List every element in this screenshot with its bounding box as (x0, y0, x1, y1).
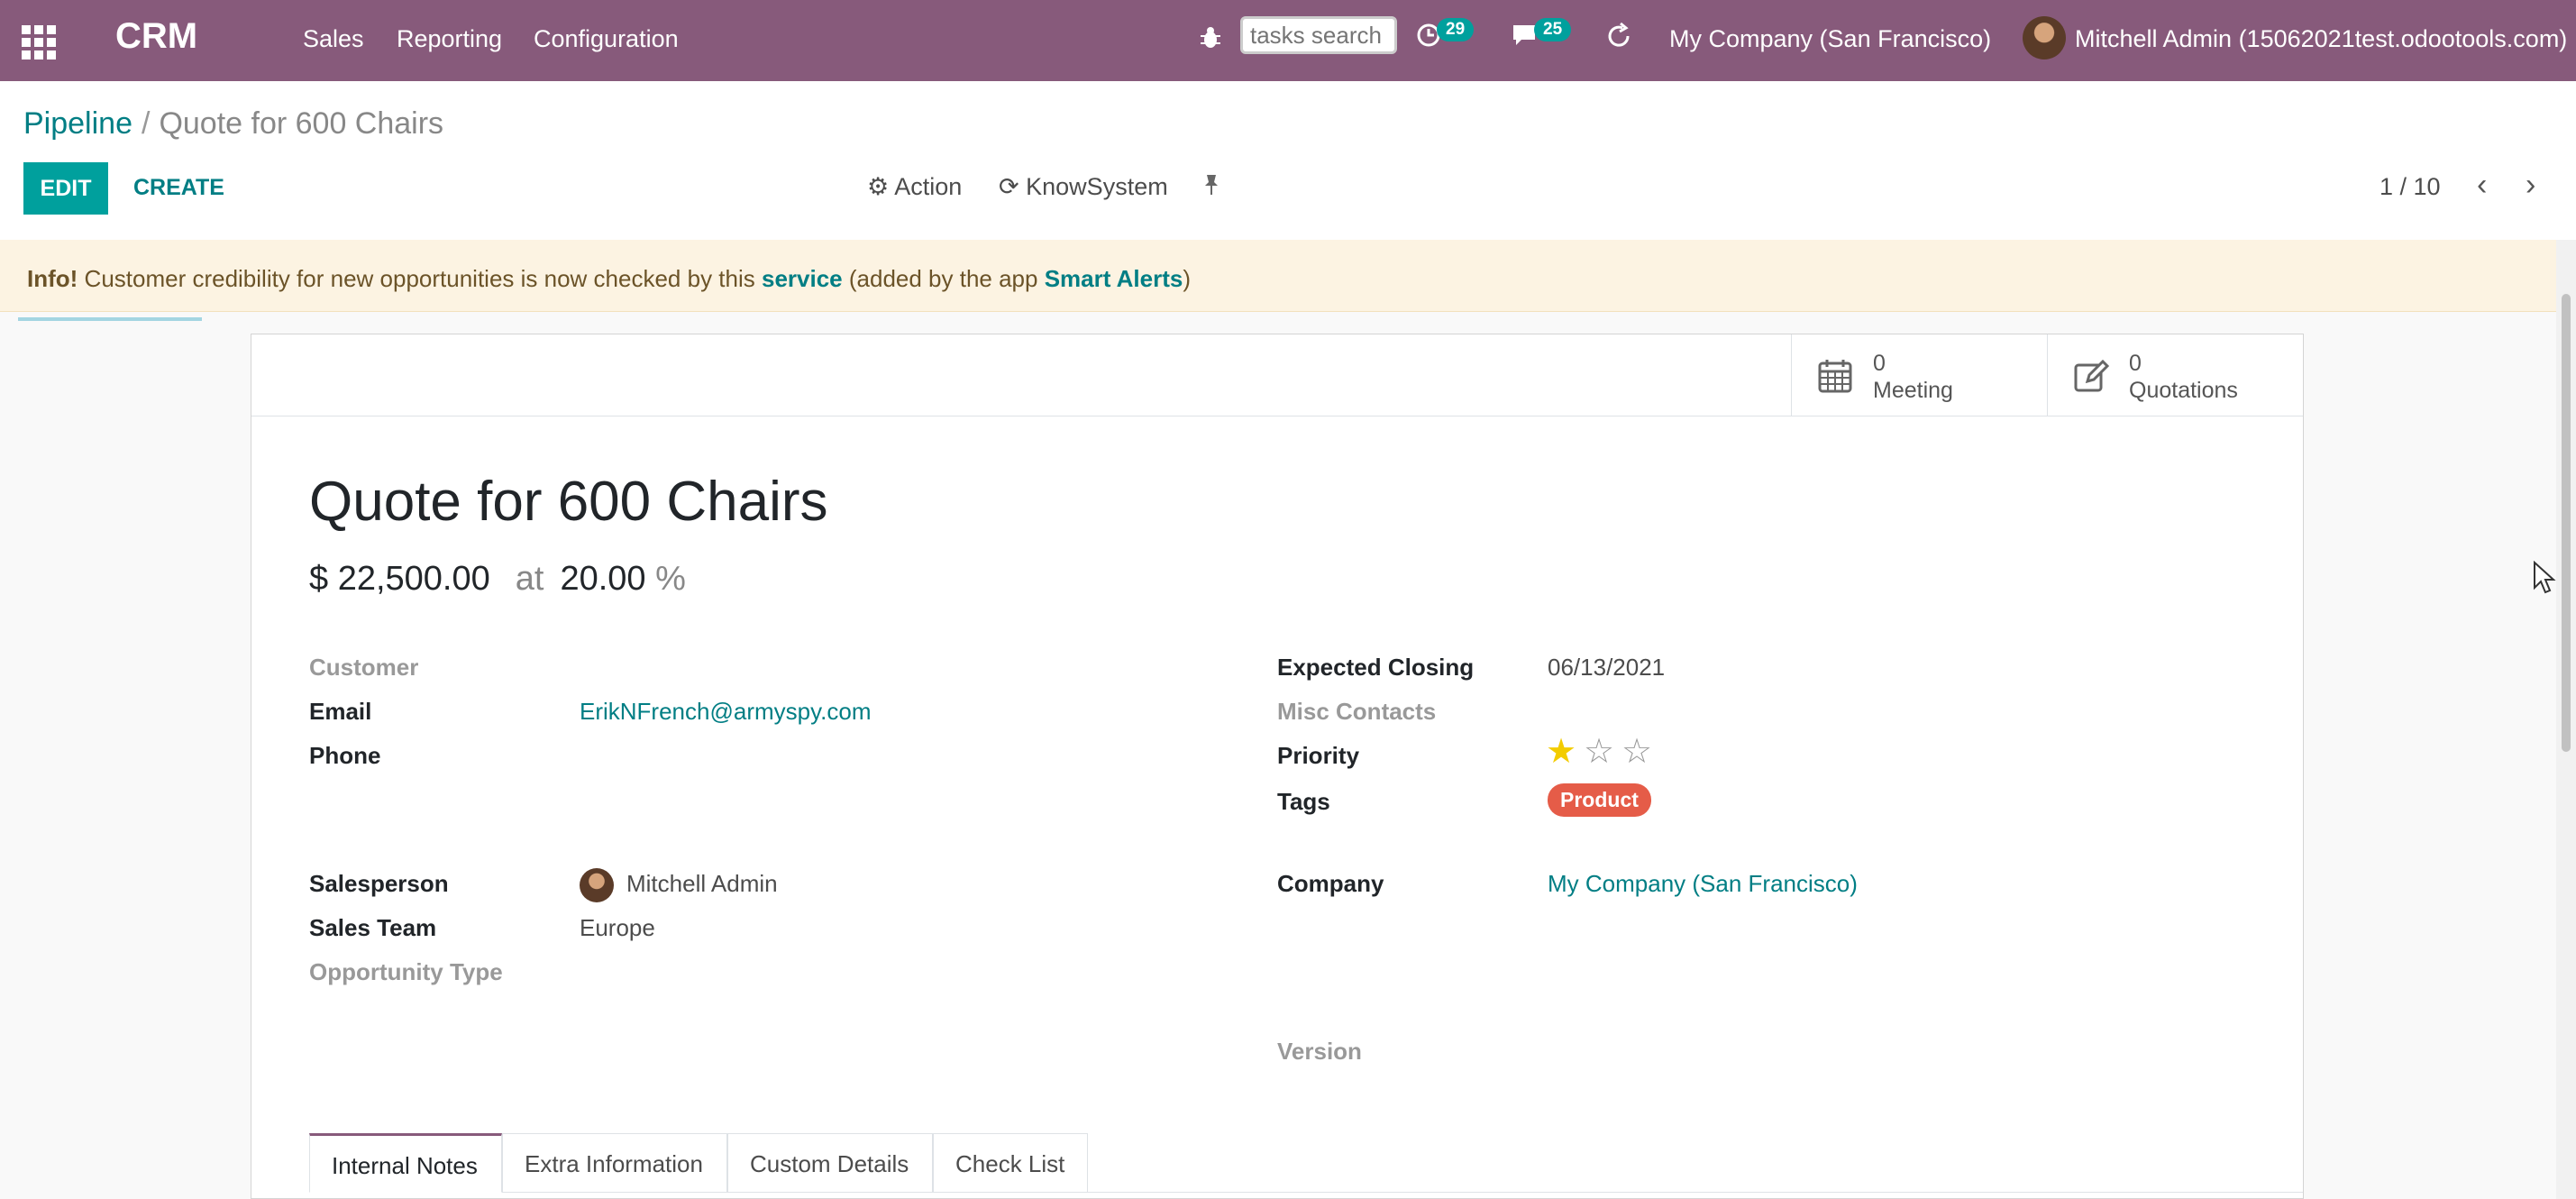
quotations-label: Quotations (2129, 378, 2238, 403)
menu-configuration[interactable]: Configuration (534, 25, 679, 53)
alert-service-link[interactable]: service (762, 265, 843, 292)
meeting-count: 0 (1873, 351, 1886, 376)
alert-text-1: Customer credibility for new opportuniti… (78, 265, 762, 292)
percent-sign: % (655, 560, 686, 598)
tab-custom-details[interactable]: Custom Details (727, 1133, 933, 1193)
expected-closing-label: Expected Closing (1277, 654, 1475, 681)
calendar-icon (1817, 358, 1853, 394)
salesperson-label: Salesperson (309, 870, 449, 897)
misc-contacts-label: Misc Contacts (1277, 698, 1437, 725)
company-label: Company (1277, 870, 1384, 897)
quotations-smart-button[interactable]: 0 Quotations (2047, 334, 2304, 416)
email-label: Email (309, 698, 372, 725)
messages-count-badge: 25 (1534, 18, 1572, 41)
pager-value[interactable]: 1 / 10 (2380, 173, 2441, 201)
edit-button[interactable]: EDIT (23, 162, 108, 215)
alert-text-3: ) (1183, 265, 1192, 292)
company-value[interactable]: My Company (San Francisco) (1548, 870, 1858, 898)
user-menu[interactable]: Mitchell Admin (15062021test.odootools.c… (2075, 25, 2567, 53)
tag-product[interactable]: Product (1548, 783, 1651, 817)
meeting-label: Meeting (1873, 378, 1953, 403)
at-label: at (515, 560, 544, 598)
tags-label: Tags (1277, 788, 1330, 815)
breadcrumb-current: Quote for 600 Chairs (159, 106, 444, 141)
knowsystem-label: KnowSystem (1026, 173, 1168, 200)
quotations-count: 0 (2129, 351, 2142, 376)
top-navbar: CRM Sales Reporting Configuration 29 25 … (0, 0, 2576, 81)
mouse-cursor-icon (2533, 560, 2556, 603)
action-label: Action (894, 173, 963, 200)
alert-text-2: (added by the app (842, 265, 1045, 292)
priority-star-2-icon[interactable]: ☆ (1584, 731, 1614, 772)
breadcrumb: Pipeline / Quote for 600 Chairs (23, 106, 443, 142)
tab-check-list[interactable]: Check List (933, 1133, 1088, 1193)
pager-next-icon[interactable]: › (2526, 168, 2535, 203)
breadcrumb-separator: / (141, 106, 151, 141)
salesperson-value[interactable]: Mitchell Admin (626, 870, 778, 898)
menu-sales[interactable]: Sales (303, 25, 364, 53)
opportunity-title[interactable]: Quote for 600 Chairs (309, 470, 828, 534)
priority-star-3-icon[interactable]: ☆ (1621, 731, 1652, 772)
create-button[interactable]: CREATE (133, 175, 224, 201)
pager-previous-icon[interactable]: ‹ (2477, 168, 2487, 203)
tab-internal-notes[interactable]: Internal Notes (309, 1133, 502, 1193)
opportunity-type-label: Opportunity Type (309, 958, 503, 985)
probability-value[interactable]: 20.00 (560, 560, 645, 598)
pencil-square-icon (2073, 358, 2110, 394)
knowsystem-icon: ⟳ (999, 173, 1019, 200)
form-sheet: 0 Meeting 0 Quotations Quote for 600 Cha… (251, 334, 2304, 1199)
expected-revenue: $ 22,500.00 at 20.00 % (309, 560, 686, 599)
revenue-value[interactable]: $ 22,500.00 (309, 560, 490, 598)
scrollbar-thumb[interactable] (2562, 294, 2571, 752)
customer-label: Customer (309, 654, 419, 681)
version-label: Version (1277, 1038, 1362, 1065)
sales-team-value[interactable]: Europe (580, 914, 655, 942)
activity-count-badge: 29 (1437, 18, 1475, 41)
knowsystem-menu[interactable]: ⟳ KnowSystem (999, 173, 1168, 201)
info-alert: Info! Customer credibility for new oppor… (0, 240, 2556, 312)
pin-icon[interactable] (1202, 173, 1220, 203)
tasks-search-input[interactable] (1240, 16, 1397, 54)
action-menu[interactable]: ⚙ Action (867, 173, 962, 201)
meeting-smart-button[interactable]: 0 Meeting (1791, 334, 2048, 416)
smart-button-box: 0 Meeting 0 Quotations (251, 334, 2303, 416)
menu-reporting[interactable]: Reporting (397, 25, 502, 53)
phone-label: Phone (309, 742, 381, 769)
company-switcher[interactable]: My Company (San Francisco) (1669, 25, 1991, 53)
priority-star-1-icon[interactable]: ★ (1546, 731, 1576, 772)
bug-icon[interactable] (1199, 25, 1222, 57)
app-name[interactable]: CRM (115, 16, 197, 57)
alert-smart-alerts-link[interactable]: Smart Alerts (1045, 265, 1183, 292)
salesperson-avatar (580, 868, 614, 902)
priority-label: Priority (1277, 742, 1360, 769)
tab-extra-information[interactable]: Extra Information (502, 1133, 727, 1193)
apps-grid-icon[interactable] (22, 25, 56, 59)
alert-prefix: Info! (27, 265, 78, 292)
control-panel: Pipeline / Quote for 600 Chairs EDIT CREAT… (0, 81, 2576, 321)
loading-indicator (18, 317, 202, 321)
email-value[interactable]: ErikNFrench@armyspy.com (580, 698, 872, 726)
expected-closing-value[interactable]: 06/13/2021 (1548, 654, 1665, 682)
sales-team-label: Sales Team (309, 914, 437, 941)
page-scrollbar[interactable] (2556, 240, 2576, 1199)
gear-icon: ⚙ (867, 173, 890, 200)
breadcrumb-pipeline[interactable]: Pipeline (23, 106, 132, 141)
refresh-icon[interactable] (1604, 22, 1633, 58)
user-avatar[interactable] (2023, 16, 2066, 59)
